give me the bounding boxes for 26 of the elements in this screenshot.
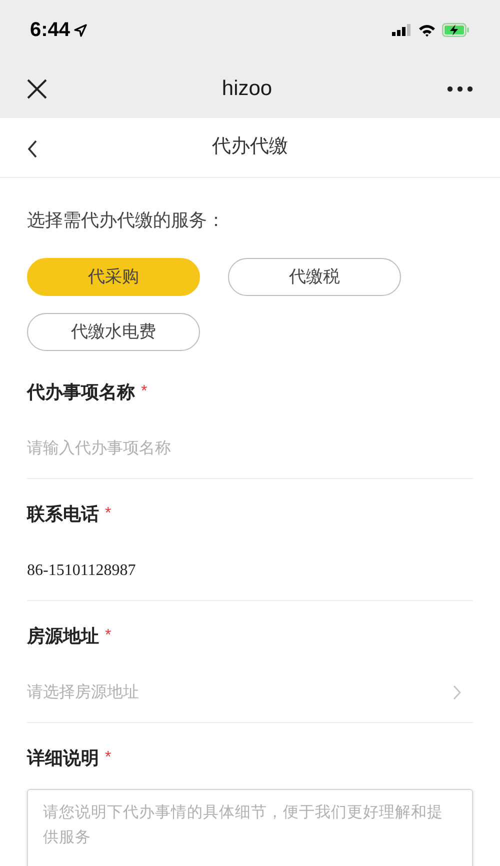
service-option[interactable]: 代缴水电费: [27, 313, 200, 351]
page-title: 代办代缴: [212, 135, 288, 160]
input-field[interactable]: 请输入代办事项名称: [27, 419, 473, 479]
chevron-right-icon: [453, 685, 461, 700]
required-mark: *: [105, 626, 112, 646]
wifi-icon: [418, 24, 436, 36]
field-label: 房源地址: [27, 624, 99, 648]
service-option[interactable]: 代缴税: [228, 258, 401, 296]
field-label: 详细说明: [27, 746, 99, 770]
required-mark: *: [141, 382, 148, 402]
required-mark: *: [105, 748, 112, 768]
more-icon[interactable]: [446, 86, 473, 92]
back-icon[interactable]: [27, 140, 38, 158]
signal-icon: [392, 24, 412, 36]
required-mark: *: [105, 504, 112, 524]
input-field[interactable]: 86-15101128987: [27, 541, 473, 601]
details-textarea[interactable]: 请您说明下代办事情的具体细节，便于我们更好理解和提供服务: [27, 789, 473, 866]
status-time: 6:44: [30, 18, 70, 43]
field-label: 联系电话: [27, 502, 99, 526]
battery-charging-icon: [442, 23, 470, 37]
service-prompt: 选择需代办代缴的服务：: [27, 209, 226, 232]
location-arrow-icon: [74, 24, 88, 36]
service-option[interactable]: 代采购: [27, 258, 200, 296]
field-label: 代办事项名称: [27, 380, 135, 404]
close-icon[interactable]: [27, 79, 47, 99]
nav-title: hizoo: [222, 76, 272, 102]
